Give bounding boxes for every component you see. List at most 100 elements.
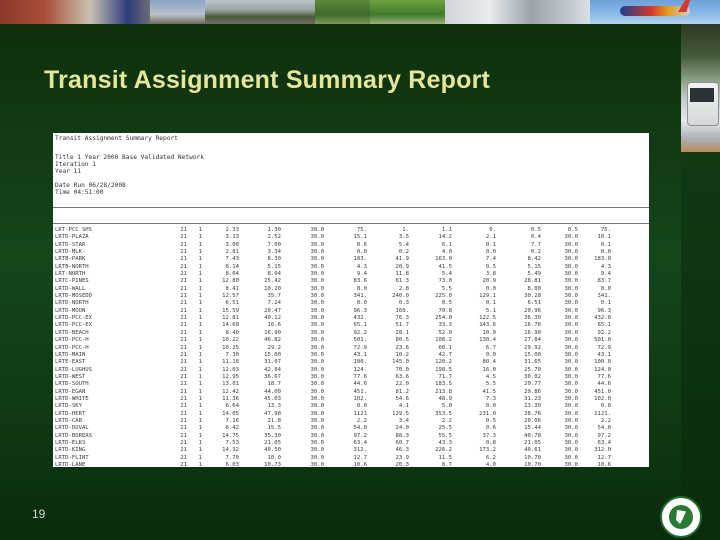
table-cell: LRTD-MOON — [55, 307, 86, 314]
table-cell: 28.81 — [524, 278, 541, 285]
table-cell: 35.30 — [264, 432, 281, 439]
table-cell: 5.49 — [527, 271, 541, 278]
table-cell: 1 — [198, 271, 202, 278]
table-row: LRTD-CAB 21 1 7.16 21.8 30.0 2.2 3.4 2.2 0.5 20.06… — [53, 418, 649, 425]
table-cell: 30.0 — [564, 300, 578, 307]
bus-window — [690, 88, 714, 102]
table-cell: 30.0 — [564, 381, 578, 388]
table-cell: 16.6 — [267, 322, 281, 329]
table-cell: 21 — [180, 359, 187, 366]
table-cell: LRTD-PCC-H — [55, 344, 89, 351]
table-cell: 3.4 — [398, 417, 409, 424]
table-cell: 21 — [180, 351, 187, 358]
table-cell: 451.0 — [594, 388, 611, 395]
report-table: LRT-PCC SHS 21 1 2.33 1.30 30.0 75. 1. 1.1 0. 0.5 0… — [53, 227, 649, 467]
table-cell: 1 — [198, 256, 202, 263]
table-cell: 30.0 — [310, 249, 324, 256]
table-row: LRTD-FLINT 21 1 7.70 10.0 30.0 12.7 23.9 11.5 6.2… — [53, 455, 649, 462]
table-cell: 7.00 — [267, 241, 281, 248]
table-cell: 3.8 — [485, 271, 496, 278]
table-cell: 21 — [180, 241, 187, 248]
table-row: LRT-NORTH 21 1 8.04 8.04 30.0 9.4 11.8 5.4 3.8 5.4… — [53, 271, 649, 278]
table-cell: 27.84 — [524, 337, 541, 344]
table-cell: 7.3 — [485, 395, 496, 402]
table-cell: 1 — [198, 241, 202, 248]
table-cell: LRTD-WEST — [55, 373, 86, 380]
table-row: LRTD-PCC-H 21 1 10.22 46.82 30.0 501. 80.5 108.2… — [53, 337, 649, 344]
table-cell: 36.30 — [524, 315, 541, 322]
table-cell: 20.06 — [524, 417, 541, 424]
table-cell: 30.0 — [310, 351, 324, 358]
table-cell: 21 — [180, 454, 187, 461]
table-cell: 21 — [180, 417, 187, 424]
table-cell: 4.1 — [398, 403, 409, 410]
table-cell: 0.0 — [600, 403, 611, 410]
table-cell: 14.32 — [222, 447, 239, 454]
table-cell: LRTD-NORTH — [55, 300, 89, 307]
table-cell: 29.86 — [524, 388, 541, 395]
table-cell: 213.8 — [435, 388, 452, 395]
table-cell: 15.00 — [264, 351, 281, 358]
table-cell: 63.6 — [395, 373, 409, 380]
table-cell: 4.0 — [485, 462, 496, 467]
table-cell: 30.0 — [564, 271, 578, 278]
highway-photo — [205, 0, 315, 24]
table-cell: 254.0 — [435, 315, 452, 322]
freight-train-photo — [0, 0, 150, 24]
table-cell: 1 — [198, 315, 202, 322]
table-cell: 30.0 — [310, 425, 324, 432]
table-cell: 1 — [198, 322, 202, 329]
table-cell: 0.6 — [485, 425, 496, 432]
table-cell: 92.2 — [353, 329, 367, 336]
table-cell: 14.05 — [222, 410, 239, 417]
table-cell: LRTD-PCC-H — [55, 337, 89, 344]
table-cell: 43.1 — [597, 351, 611, 358]
table-cell: 1 — [198, 425, 202, 432]
table-cell: 1 — [198, 373, 202, 380]
table-cell: 0.3 — [398, 300, 409, 307]
table-row: LRTD-EGAN 21 1 12.42 44.00 30.0 451. 81.2 213.8 4… — [53, 389, 649, 396]
table-cell: LRTD-SOUTH — [55, 381, 89, 388]
table-cell: 2.8 — [398, 285, 409, 292]
table-cell: 70.0 — [395, 366, 409, 373]
report-header-line: Time 04:51:00 — [55, 189, 104, 196]
table-cell: 15.1 — [353, 234, 367, 241]
table-cell: 501. — [353, 337, 367, 344]
table-row: LRTD-PCC-EX 21 1 14.60 16.6 30.0 65.1 51.7 33.3 1… — [53, 322, 649, 329]
table-cell: 30.0 — [310, 359, 324, 366]
table-cell: 1 — [198, 410, 202, 417]
table-cell: 10.70 — [524, 454, 541, 461]
slide-number: 19 — [32, 507, 46, 521]
table-cell: 15.00 — [524, 351, 541, 358]
report-header-line: Year 11 — [55, 168, 82, 175]
table-row: LRTD-PCC-EX 21 1 12.81 40.12 30.0 432. 76.3 254.… — [53, 315, 649, 322]
slide-title: Transit Assignment Summary Report — [44, 66, 491, 94]
table-cell: 28.1 — [395, 329, 409, 336]
table-cell: 10.2 — [395, 351, 409, 358]
bicycle-photo — [315, 0, 370, 24]
table-cell: 72.9 — [597, 344, 611, 351]
table-row: LRTD-MOON 21 1 15.59 20.47 30.0 96.3 160. 70.8 5.… — [53, 308, 649, 315]
table-row: LRTC-PINES 21 1 12.80 25.42 30.0 83.6 61.3 73.0 2… — [53, 278, 649, 285]
table-cell: 21.8 — [267, 417, 281, 424]
table-cell: 183. — [353, 256, 367, 263]
table-row: LRTB-PARK 21 1 7.43 8.30 30.0 183. 41.9 163.0 7.4… — [53, 256, 649, 263]
table-cell: 30.0 — [564, 322, 578, 329]
table-cell: 20.47 — [264, 307, 281, 314]
table-cell: 0.0 — [356, 403, 367, 410]
table-cell: 12.95 — [222, 373, 239, 380]
table-cell: 108.2 — [435, 337, 452, 344]
table-cell: 15.59 — [222, 307, 239, 314]
table-cell: 198.5 — [435, 366, 452, 373]
table-cell: 0.1 — [485, 300, 496, 307]
table-cell: 0.5 — [485, 417, 496, 424]
table-cell: 61.3 — [395, 278, 409, 285]
table-cell: 0.5 — [485, 263, 496, 270]
table-cell: 0.2 — [530, 249, 541, 256]
table-row: LRTD-MOSEDD 21 1 12.57 35.7 30.0 341. 240.0 225.… — [53, 293, 649, 300]
table-cell: 0.1 — [600, 300, 611, 307]
table-cell: 29.2 — [267, 344, 281, 351]
table-cell: 21 — [180, 425, 187, 432]
table-cell: 23.9 — [395, 454, 409, 461]
table-cell: 0.0 — [356, 249, 367, 256]
